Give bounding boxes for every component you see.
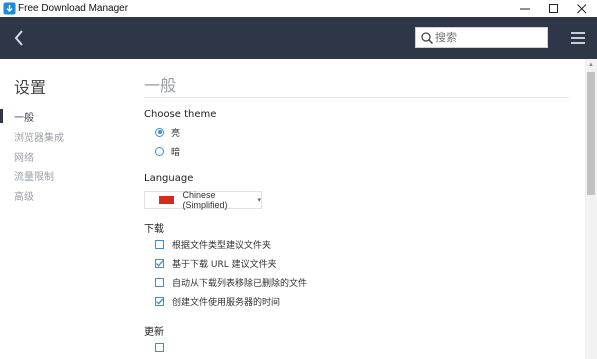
download-option-label: 自动从下载列表移除已删除的文件 (172, 278, 308, 289)
vertical-scrollbar[interactable]: ▲ (585, 59, 597, 359)
checkmark-icon (156, 259, 164, 267)
title-bar: Free Download Manager (0, 0, 597, 17)
download-option-label: 根据文件类型建议文件夹 (172, 240, 272, 251)
theme-option-label: 暗 (171, 147, 181, 158)
scroll-up-icon[interactable]: ▲ (587, 61, 595, 69)
checkbox-checked[interactable] (155, 258, 164, 268)
update-heading: 更新 (144, 327, 164, 338)
checkbox-checked[interactable] (155, 296, 164, 306)
theme-heading: Choose theme (144, 109, 217, 120)
checkmark-icon (156, 297, 164, 305)
hamburger-menu-icon[interactable] (569, 29, 587, 47)
sidebar-item-advanced[interactable]: 高级 (14, 188, 34, 203)
download-option-row[interactable]: 自动从下载列表移除已删除的文件 (155, 275, 307, 289)
update-option-row[interactable] (155, 340, 172, 354)
minimize-icon (520, 8, 530, 9)
scrollbar-thumb[interactable] (587, 72, 595, 195)
chevron-down-icon: ▾ (257, 197, 261, 204)
back-arrow-icon (14, 30, 23, 46)
sidebar-item-network[interactable]: 网络 (14, 149, 34, 164)
settings-main: 一般 Choose theme 亮 暗 Language Chinese (Si… (130, 59, 585, 359)
sidebar-item-traffic-limits[interactable]: 流量限制 (14, 168, 54, 183)
china-flag-icon (159, 196, 174, 204)
window-title: Free Download Manager (18, 3, 129, 14)
download-option-row[interactable]: 根据文件类型建议文件夹 (155, 237, 271, 251)
checkbox[interactable] (155, 239, 164, 249)
maximize-button[interactable] (539, 0, 569, 17)
sidebar-title: 设置 (14, 78, 47, 97)
minimize-button[interactable] (510, 0, 540, 17)
download-option-row[interactable]: 创建文件使用服务器的时间 (155, 294, 280, 308)
back-button[interactable] (8, 26, 30, 50)
theme-option-label: 亮 (171, 128, 181, 139)
active-item-marker (0, 109, 3, 123)
close-icon (577, 3, 587, 13)
download-option-row[interactable]: 基于下载 URL 建议文件夹 (155, 256, 277, 270)
download-option-label: 创建文件使用服务器的时间 (172, 297, 281, 308)
page-title: 一般 (144, 76, 177, 95)
toolbar (0, 17, 597, 59)
sidebar-item-browser-integration[interactable]: 浏览器集成 (14, 129, 64, 144)
download-heading: 下载 (144, 224, 164, 235)
language-selected-value: Chinese (Simplified) (182, 190, 228, 210)
theme-option-dark[interactable]: 暗 (155, 144, 180, 158)
title-divider (144, 97, 569, 98)
search-box[interactable] (415, 27, 548, 48)
checkbox[interactable] (155, 342, 164, 352)
checkbox[interactable] (155, 277, 164, 287)
app-logo-icon (3, 2, 16, 15)
theme-option-light[interactable]: 亮 (155, 125, 180, 139)
settings-sidebar: 设置 一般 浏览器集成 网络 流量限制 高级 (0, 59, 130, 359)
search-icon (421, 32, 434, 45)
radio-button[interactable] (155, 146, 164, 156)
close-button[interactable] (567, 0, 597, 17)
sidebar-item-general[interactable]: 一般 (14, 109, 34, 124)
search-input[interactable] (435, 29, 543, 46)
language-select[interactable]: Chinese (Simplified) ▾ (144, 190, 262, 210)
radio-button-checked[interactable] (155, 127, 164, 137)
language-heading: Language (144, 173, 194, 184)
maximize-icon (549, 3, 558, 13)
download-option-label: 基于下载 URL 建议文件夹 (172, 259, 277, 270)
